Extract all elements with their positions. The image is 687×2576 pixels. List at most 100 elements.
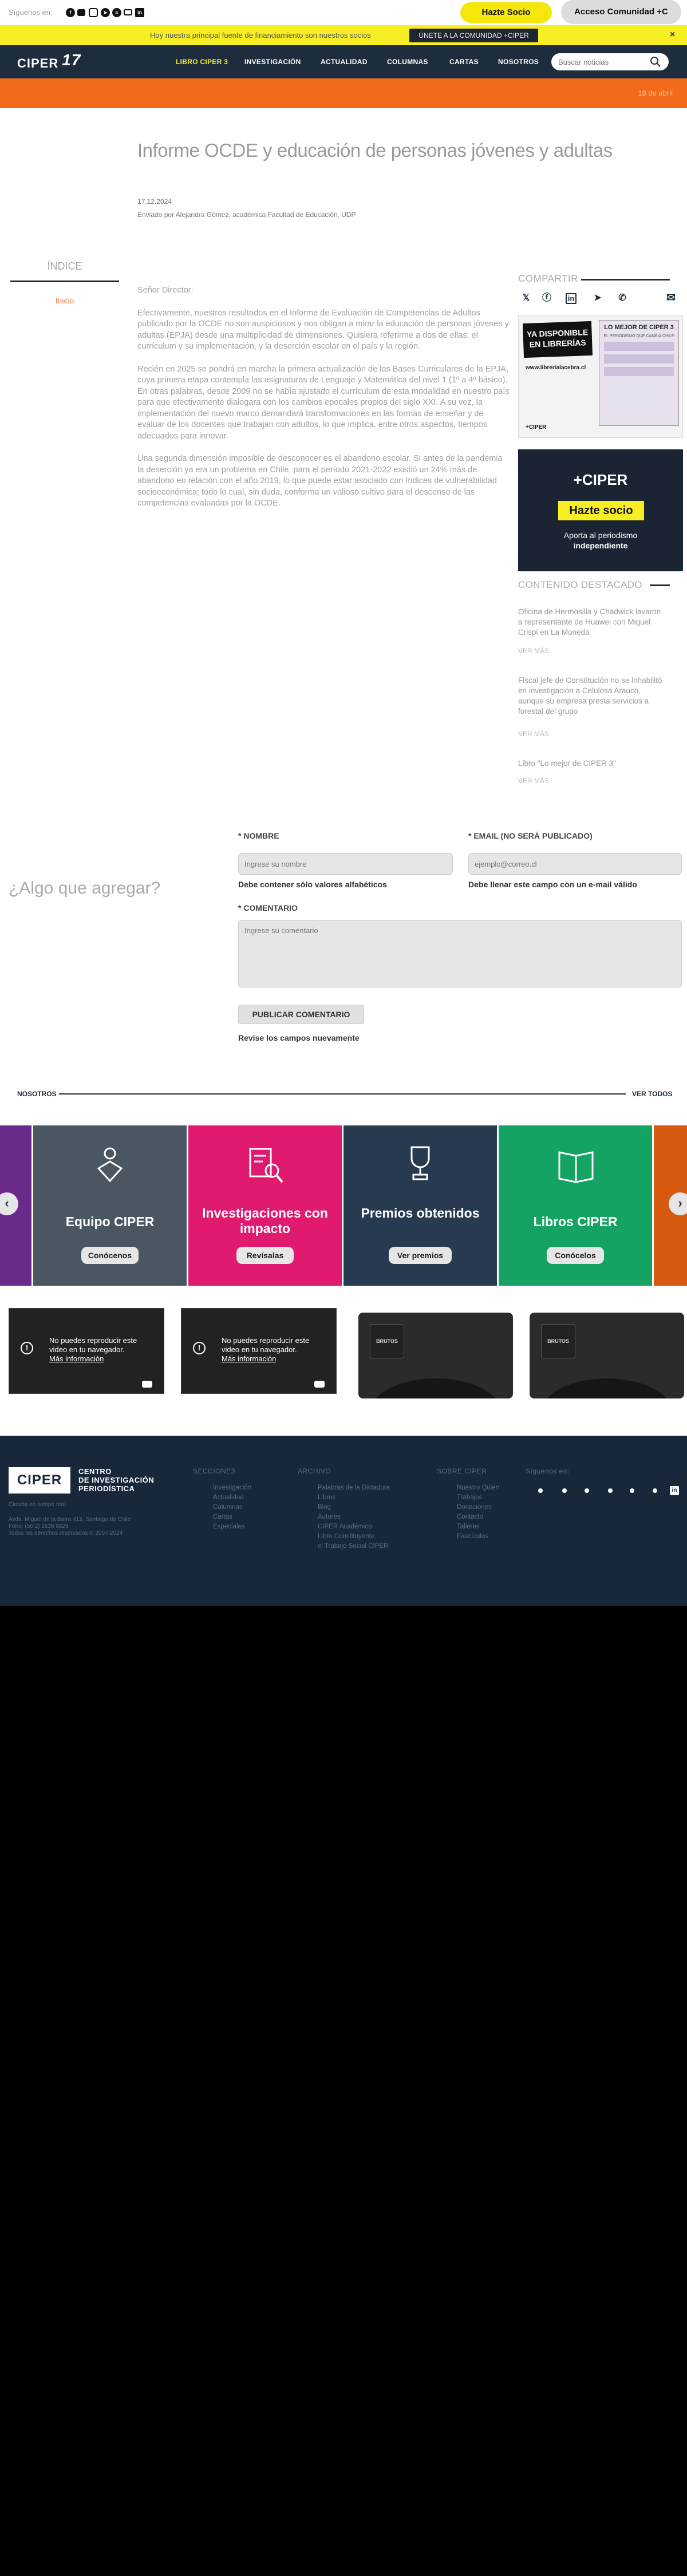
nombre-input[interactable]: [238, 853, 453, 875]
video-card[interactable]: BRUTOS: [358, 1313, 513, 1398]
instagram-icon[interactable]: [585, 1488, 589, 1493]
featured-item-more[interactable]: VER MÁS: [518, 730, 549, 738]
footer-link[interactable]: Actualidad: [213, 1494, 244, 1501]
footer-link[interactable]: Blog: [318, 1504, 331, 1511]
telegram-icon[interactable]: [608, 1488, 613, 1493]
footer-link[interactable]: Autores: [318, 1514, 341, 1520]
tile-equipo[interactable]: Equipo CIPER Conócenos: [33, 1125, 187, 1286]
youtube-icon[interactable]: [653, 1488, 657, 1493]
ver-todos-link[interactable]: VER TODOS: [632, 1090, 672, 1098]
footer-link[interactable]: Investigación: [213, 1484, 251, 1491]
share-heading: COMPARTIR: [518, 273, 578, 284]
spotify-icon[interactable]: ≈: [112, 8, 121, 17]
footer-column-heading: SOBRE CIPER: [437, 1467, 487, 1475]
article-paragraph: Efectivamente, nuestros resultados en el…: [137, 308, 509, 351]
youtube-icon: [314, 1381, 325, 1388]
footer-link[interactable]: Palabras de la Dictadura: [318, 1484, 390, 1491]
close-icon[interactable]: ×: [670, 30, 675, 40]
tile-libros[interactable]: Libros CIPER Conócelos: [499, 1125, 652, 1286]
email-input[interactable]: [468, 853, 682, 875]
ciper-logo[interactable]: CIPER 17: [17, 51, 81, 72]
tile-title: Premios obtenidos: [361, 1206, 480, 1220]
index-heading: ÍNDICE: [10, 260, 119, 282]
hazte-socio-button[interactable]: Hazte Socio: [460, 2, 552, 23]
footer-link[interactable]: Talleres: [457, 1523, 480, 1530]
socio-ad-button[interactable]: Hazte socio: [558, 501, 644, 520]
socio-ad[interactable]: +CIPER Hazte socio Aporta al periodismo …: [518, 449, 683, 571]
socio-ad-line1: Aporta al periodismo: [563, 531, 638, 540]
facebook-icon[interactable]: [562, 1488, 567, 1493]
carousel-next-button[interactable]: ›: [669, 1192, 687, 1215]
linkedin-icon[interactable]: in: [670, 1486, 679, 1495]
more-info-link[interactable]: Más información: [49, 1354, 137, 1364]
tile-button[interactable]: Ver premios: [389, 1247, 452, 1264]
telegram-icon[interactable]: ➤: [591, 291, 605, 305]
linkedin-icon[interactable]: in: [566, 293, 577, 304]
footer-rights: Todos los derechos reservados © 2007-202…: [9, 1530, 123, 1536]
nav-item-nosotros[interactable]: NOSOTROS: [498, 58, 539, 66]
x-icon[interactable]: [538, 1488, 543, 1493]
tile-premios[interactable]: Premios obtenidos Ver premios: [344, 1125, 497, 1286]
publicar-button[interactable]: PUBLICAR COMENTARIO: [238, 1005, 364, 1024]
tile-title: Libros CIPER: [533, 1214, 618, 1229]
tv-icon[interactable]: [124, 9, 132, 15]
featured-item-title[interactable]: Fiscal jefe de Constitución no se inhabi…: [518, 675, 664, 717]
footer-link[interactable]: Cartas: [213, 1514, 232, 1520]
footer-link[interactable]: Libros: [318, 1494, 335, 1501]
telegram-icon[interactable]: ➤: [101, 8, 110, 17]
footer-link[interactable]: CIPER Académico: [318, 1523, 372, 1530]
index-item-inicio[interactable]: Inicio: [10, 296, 119, 305]
footer-link[interactable]: Libro Constituyente: [318, 1533, 374, 1540]
whatsapp-icon[interactable]: ✆: [615, 291, 629, 305]
tile-button[interactable]: Conócenos: [81, 1247, 139, 1264]
nav-item-libro[interactable]: LIBRO CIPER 3: [176, 58, 228, 66]
article-paragraph: Una segunda dimensión imposible de desco…: [137, 454, 503, 508]
footer-link[interactable]: Nuestro Quien: [457, 1484, 499, 1491]
footer-link[interactable]: Fascículos: [457, 1533, 488, 1540]
linkedin-icon[interactable]: in: [135, 8, 144, 17]
tile-investigaciones[interactable]: Investigaciones con impacto Revísalas: [188, 1125, 342, 1286]
facebook-icon[interactable]: f: [66, 8, 75, 17]
footer-link[interactable]: Contacto: [457, 1514, 483, 1520]
nav-item-cartas[interactable]: CARTAS: [449, 58, 479, 66]
facebook-icon[interactable]: ⓕ: [540, 291, 554, 305]
footer-link[interactable]: el Trabajo Social CIPER: [318, 1543, 388, 1550]
instagram-icon[interactable]: [89, 8, 98, 17]
nav-item-actualidad[interactable]: ACTUALIDAD: [321, 58, 368, 66]
featured-item-title[interactable]: Oficina de Hermosilla y Chadwick lavaron…: [518, 607, 664, 638]
featured-item-title[interactable]: Libro "Lo mejor de CIPER 3": [518, 758, 664, 769]
email-error: Debe llenar este campo con un e-mail vál…: [468, 880, 637, 889]
featured-item-more[interactable]: VER MÁS: [518, 777, 549, 785]
footer-link[interactable]: Especiales: [213, 1523, 245, 1530]
join-community-button[interactable]: ÚNETE A LA COMUNIDAD +CIPER: [409, 29, 538, 42]
email-icon[interactable]: ✉: [664, 291, 678, 305]
tile-button[interactable]: Conócelos: [547, 1247, 604, 1264]
featured-item-more[interactable]: VER MÁS: [518, 647, 549, 655]
footer-address: Avda. Miguel de la Barra 412, Santiago d…: [9, 1516, 131, 1523]
video-card[interactable]: BRUTOS: [530, 1313, 684, 1398]
acceso-comunidad-button[interactable]: Acceso Comunidad +C: [561, 0, 681, 24]
logo-anniversary: 17: [62, 51, 81, 69]
nombre-error: Debe contener sólo valores alfabéticos: [238, 880, 387, 889]
footer-logo[interactable]: CIPER: [9, 1467, 70, 1494]
x-icon[interactable]: 𝕏: [519, 291, 533, 305]
tile-button[interactable]: Revísalas: [236, 1247, 294, 1264]
video-embed[interactable]: ! No puedes reproducir este video en tu …: [9, 1308, 164, 1394]
more-info-link[interactable]: Más información: [222, 1354, 309, 1364]
nav-item-columnas[interactable]: COLUMNAS: [387, 58, 428, 66]
footer-link[interactable]: Donaciones: [457, 1504, 492, 1511]
spotify-icon[interactable]: [630, 1488, 634, 1493]
nav-item-investigacion[interactable]: INVESTIGACIÓN: [244, 58, 301, 66]
alert-icon: !: [21, 1342, 33, 1354]
video-embed[interactable]: ! No puedes reproducir este video en tu …: [181, 1308, 337, 1394]
nosotros-divider: [59, 1093, 626, 1095]
book-icon: [558, 1151, 594, 1183]
video-decoration: [370, 1378, 502, 1398]
comentario-input[interactable]: [238, 920, 682, 987]
youtube-icon[interactable]: [77, 9, 85, 16]
footer-link[interactable]: Trabajos: [457, 1494, 482, 1501]
book-ad-brand: +CIPER: [526, 424, 547, 430]
footer-link[interactable]: Columnas: [213, 1504, 243, 1511]
book-ad[interactable]: YA DISPONIBLE EN LIBRERÍAS www.librerial…: [518, 315, 683, 438]
search-icon[interactable]: [650, 56, 661, 68]
